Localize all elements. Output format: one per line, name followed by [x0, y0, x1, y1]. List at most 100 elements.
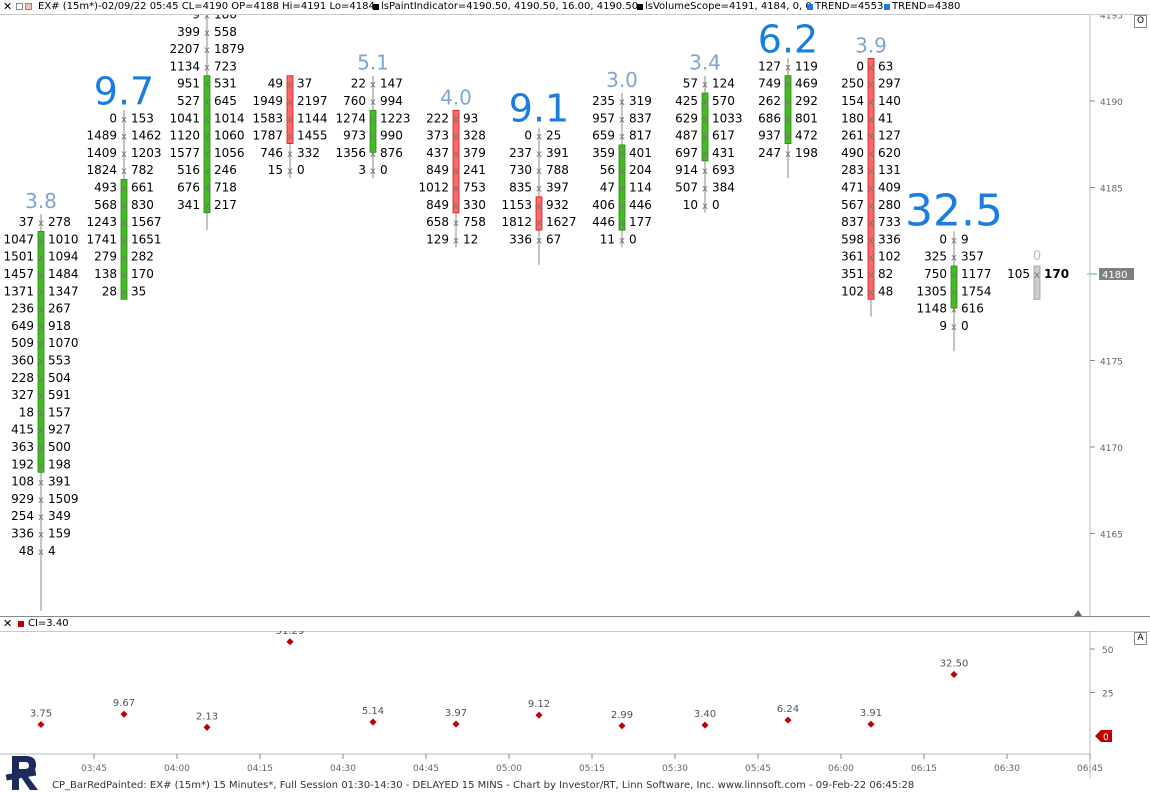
bid-volume: 973: [343, 129, 366, 143]
ask-volume: 1056: [214, 146, 245, 160]
price-x-icon: x: [536, 149, 542, 160]
footprint-bar[interactable]: 37 278 x 1047 1010 x 1501 1094 x 1457 1484 x 1371 134…: [3, 189, 79, 611]
bid-volume: 1583: [252, 111, 283, 125]
ask-volume: 817: [629, 129, 652, 143]
indicator-paint-label[interactable]: lsPaintIndicator=4190.50, 4190.50, 16.00…: [381, 0, 638, 14]
price-pane[interactable]: 37 278x1047 1010x1501 1094x1457 1484x1371 134…: [0, 15, 1150, 616]
price-x-icon: x: [370, 132, 376, 143]
price-x-icon: x: [785, 62, 791, 73]
price-x-icon: x: [785, 149, 791, 160]
footprint-bar[interactable]: 0 25 x 237 391 x 730 788 x 835 397 x 1153 932 x 1812 162…: [501, 87, 577, 265]
ask-volume: 217: [214, 198, 237, 212]
ask-volume: 620: [878, 146, 901, 160]
price-x-icon: x: [619, 201, 625, 212]
bar-score: 4.0: [440, 85, 472, 109]
indicator-point[interactable]: 3.91: [860, 708, 882, 728]
price-x-icon: x: [868, 166, 874, 177]
price-x-icon: x: [1034, 270, 1040, 281]
ask-volume: 1223: [380, 111, 411, 125]
price-x-icon: x: [619, 235, 625, 246]
ask-volume: 102: [878, 250, 901, 264]
indicator-point[interactable]: 3.75: [30, 708, 52, 729]
price-x-icon: x: [121, 201, 127, 212]
price-x-icon: x: [121, 184, 127, 195]
trend-1-marker-icon: [807, 4, 813, 10]
bar-score: 6.2: [758, 17, 818, 61]
indicator-marker-icon: [18, 621, 24, 627]
price-x-icon: x: [619, 97, 625, 108]
price-x-icon: x: [702, 80, 708, 91]
indicator-point[interactable]: 2.13: [196, 711, 218, 731]
price-x-icon: x: [453, 166, 459, 177]
footprint-bar[interactable]: 222 93 x 373 328 x 437 379 x 849 241 x 1012 753 x 849 33…: [418, 85, 486, 248]
ask-volume: 469: [795, 77, 818, 91]
bid-volume: 9: [192, 15, 200, 22]
bid-volume: 746: [260, 146, 283, 160]
bid-volume: 127: [758, 59, 781, 73]
ask-volume: 994: [380, 94, 403, 108]
indicator-point[interactable]: 5.14: [362, 706, 384, 726]
footprint-bar[interactable]: 235 319 x 957 837 x 659 817 x 359 401 x 56 204 x 47 114 x…: [592, 68, 652, 248]
bar-score: 9.7: [94, 69, 154, 113]
footprint-bar[interactable]: 0 9x325 357x750 1177x1305 1754x1148 616x9 0x32…: [905, 185, 1003, 352]
price-x-icon: x: [38, 530, 44, 541]
bid-volume: 154: [841, 94, 864, 108]
ask-volume: 280: [878, 198, 901, 212]
bid-volume: 835: [509, 181, 532, 195]
footprint-bar[interactable]: 0 63 x 250 297 x 154 140 x 180 41 x 261 127 x 490 620 x 28…: [841, 33, 901, 317]
price-x-icon: x: [121, 166, 127, 177]
indicator-label[interactable]: CI=3.40: [28, 617, 69, 631]
indicator-point[interactable]: 51.29: [276, 631, 305, 646]
price-x-icon: x: [121, 253, 127, 264]
bar-score: 32.5: [905, 185, 1003, 236]
bid-volume: 360: [11, 354, 34, 368]
footprint-bar[interactable]: 127 119 x 749 469 x 262 292 x 686 801 x 937 472 x 247 19…: [758, 17, 818, 179]
indicator-point[interactable]: 32.50: [940, 658, 969, 678]
footprint-bar[interactable]: 22 147x760 994x1274 1223x973 990x1356 876x3 0x…: [335, 51, 411, 179]
ask-volume: 1879: [214, 42, 245, 56]
price-x-icon: x: [204, 80, 210, 91]
chart-color-swatch-icon[interactable]: [16, 3, 23, 10]
price-x-icon: x: [38, 374, 44, 385]
price-x-icon: x: [951, 235, 957, 246]
ask-volume: 170: [1044, 267, 1069, 281]
price-x-icon: x: [868, 97, 874, 108]
trend-1-label[interactable]: TREND=4553: [815, 0, 883, 14]
indicator-volume-label[interactable]: lsVolumeScope=4191, 4184, 0, 0: [645, 0, 812, 14]
ask-volume: 170: [131, 267, 154, 281]
price-x-icon: x: [204, 149, 210, 160]
indicator-point[interactable]: 9.12: [528, 699, 550, 719]
bid-volume: 180: [841, 111, 864, 125]
ask-volume: 472: [795, 129, 818, 143]
bid-volume: 1577: [169, 146, 200, 160]
footprint-bar[interactable]: 57 124 x 425 570 x 629 1033 x 487 617 x 697 431 x 914 69…: [675, 51, 743, 213]
bid-volume: 11: [600, 232, 615, 246]
time-tick-label: 06:15: [911, 764, 937, 774]
chart-color-swatch-red-icon[interactable]: [25, 3, 32, 10]
indicator-point[interactable]: 3.40: [694, 709, 716, 729]
price-x-icon: x: [287, 114, 293, 125]
footprint-bar[interactable]: 49 37x1949 2197x1583 1144x1787 1455x746 332x1…: [252, 75, 328, 179]
price-x-icon: x: [370, 114, 376, 125]
bid-volume: 649: [11, 319, 34, 333]
trend-2-label[interactable]: TREND=4380: [892, 0, 960, 14]
ask-volume: 330: [463, 198, 486, 212]
footprint-bar[interactable]: 0 153 x 1489 1462 x 1409 1203 x 1824 782 x 493 661 x 56…: [86, 69, 162, 300]
bid-volume: 914: [675, 163, 698, 177]
indicator-point[interactable]: 6.24: [777, 704, 799, 724]
footprint-bar[interactable]: 105 170 x 0: [1007, 249, 1069, 300]
ask-volume: 661: [131, 181, 154, 195]
indicator-point[interactable]: 3.97: [445, 708, 467, 728]
indicator-close-icon[interactable]: ✕: [3, 617, 12, 631]
close-icon[interactable]: ✕: [3, 0, 12, 14]
indicator-value-label: 9.12: [528, 699, 550, 710]
bid-volume: 261: [841, 129, 864, 143]
bid-volume: 1741: [86, 232, 117, 246]
indicator-pane[interactable]: 50 25 0 3.75 9.67 2.13 51.29 5.14 3.97 9.12 2.99 3…: [0, 631, 1150, 778]
footprint-bar[interactable]: 9 186 x 399 558 x 2207 1879 x 1134 723 x 951 531 x 527 6…: [158, 15, 256, 231]
ask-volume: 1462: [131, 129, 162, 143]
indicator-point[interactable]: 2.99: [611, 710, 633, 730]
price-x-icon: x: [453, 132, 459, 143]
ask-volume: 801: [795, 111, 818, 125]
indicator-point[interactable]: 9.67: [113, 698, 135, 718]
